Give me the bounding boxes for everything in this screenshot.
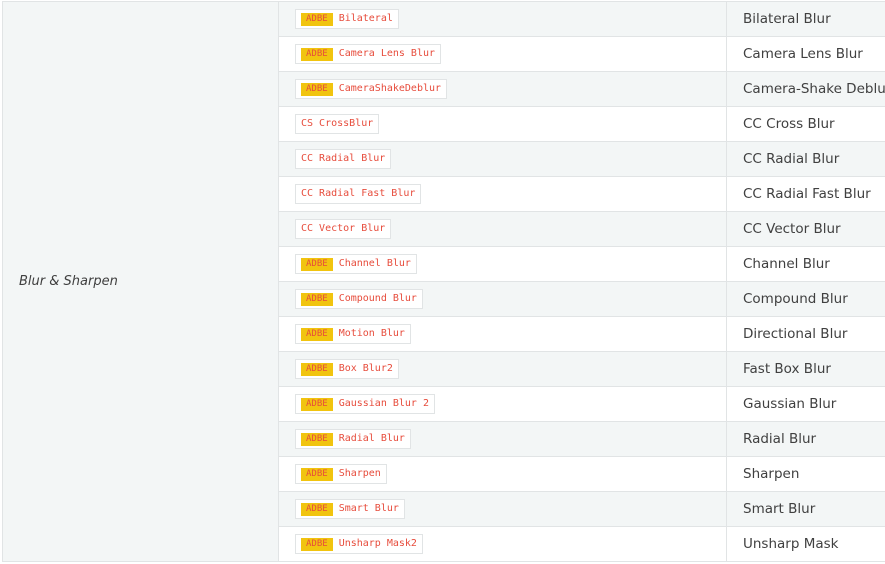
match-name-code: CC Radial Blur	[295, 149, 392, 170]
match-name-text: CS CrossBlur	[301, 118, 374, 130]
match-name-cell: ADBE Channel Blur	[278, 246, 727, 282]
match-name-code: ADBE Sharpen	[295, 464, 387, 485]
match-name-text: Camera Lens Blur	[338, 48, 436, 60]
match-name-text: Bilateral	[338, 13, 393, 25]
category-cell: Blur & Sharpen	[2, 1, 279, 562]
effect-display-name: Directional Blur	[726, 316, 885, 352]
adbe-badge: ADBE	[301, 468, 333, 482]
match-name-cell: ADBE CameraShakeDeblur	[278, 71, 727, 107]
match-name-text: CC Vector Blur	[301, 223, 386, 235]
match-name-code: ADBE Camera Lens Blur	[295, 44, 442, 65]
effect-display-name: Radial Blur	[726, 421, 885, 457]
match-name-code: ADBE Motion Blur	[295, 324, 411, 345]
table-row: Blur & Sharpen ADBE Bilateral Bilateral Blu…	[2, 1, 885, 562]
match-name-cell: ADBE Box Blur2	[278, 351, 727, 387]
match-name-text: Unsharp Mask2	[338, 538, 417, 550]
adbe-badge: ADBE	[301, 398, 333, 412]
match-name-text: CameraShakeDeblur	[338, 83, 442, 95]
effect-display-name: Smart Blur	[726, 491, 885, 527]
match-name-code: ADBE Unsharp Mask2	[295, 534, 423, 555]
match-name-text: Channel Blur	[338, 258, 411, 270]
match-name-cell: CC Radial Blur	[278, 141, 727, 177]
adbe-badge: ADBE	[301, 258, 333, 272]
effect-display-name: CC Cross Blur	[726, 106, 885, 142]
match-name-cell: CS CrossBlur	[278, 106, 727, 142]
effects-table-container: Blur & Sharpen ADBE Bilateral Bilateral Blu…	[2, 1, 885, 562]
adbe-badge: ADBE	[301, 293, 333, 307]
match-name-text: Motion Blur	[338, 328, 405, 340]
match-name-text: Sharpen	[338, 468, 381, 480]
match-name-cell: ADBE Smart Blur	[278, 491, 727, 527]
match-name-code: CS CrossBlur	[295, 114, 380, 135]
effect-display-name: Bilateral Blur	[726, 1, 885, 37]
match-name-cell: ADBE Camera Lens Blur	[278, 36, 727, 72]
match-name-text: Radial Blur	[338, 433, 405, 445]
match-name-code: ADBE Radial Blur	[295, 429, 411, 450]
adbe-badge: ADBE	[301, 48, 333, 62]
match-name-text: Box Blur2	[338, 363, 393, 375]
adbe-badge: ADBE	[301, 363, 333, 377]
effect-display-name: Sharpen	[726, 456, 885, 492]
match-name-code: CC Radial Fast Blur	[295, 184, 422, 205]
match-name-cell: ADBE Unsharp Mask2	[278, 526, 727, 562]
adbe-badge: ADBE	[301, 13, 333, 27]
effect-display-name: Unsharp Mask	[726, 526, 885, 562]
effect-display-name: CC Radial Blur	[726, 141, 885, 177]
effect-display-name: Camera Lens Blur	[726, 36, 885, 72]
match-name-cell: CC Radial Fast Blur	[278, 176, 727, 212]
match-name-code: ADBE Smart Blur	[295, 499, 405, 520]
match-name-cell: ADBE Motion Blur	[278, 316, 727, 352]
adbe-badge: ADBE	[301, 433, 333, 447]
effect-display-name: CC Vector Blur	[726, 211, 885, 247]
match-name-code: ADBE Bilateral	[295, 9, 399, 30]
adbe-badge: ADBE	[301, 328, 333, 342]
match-name-cell: ADBE Radial Blur	[278, 421, 727, 457]
match-name-text: Smart Blur	[338, 503, 399, 515]
match-name-code: ADBE Channel Blur	[295, 254, 417, 275]
match-name-cell: ADBE Gaussian Blur 2	[278, 386, 727, 422]
adbe-badge: ADBE	[301, 503, 333, 517]
match-name-code: ADBE Box Blur2	[295, 359, 399, 380]
match-name-text: CC Radial Blur	[301, 153, 386, 165]
effect-display-name: Camera-Shake Deblur	[726, 71, 885, 107]
match-name-text: Compound Blur	[338, 293, 417, 305]
match-name-cell: ADBE Bilateral	[278, 1, 727, 37]
effects-table: Blur & Sharpen ADBE Bilateral Bilateral Blu…	[2, 1, 885, 562]
match-name-code: ADBE Gaussian Blur 2	[295, 394, 435, 415]
match-name-code: ADBE CameraShakeDeblur	[295, 79, 448, 100]
match-name-text: CC Radial Fast Blur	[301, 188, 416, 200]
effect-display-name: Channel Blur	[726, 246, 885, 282]
effect-display-name: Gaussian Blur	[726, 386, 885, 422]
match-name-code: CC Vector Blur	[295, 219, 392, 240]
match-name-cell: ADBE Sharpen	[278, 456, 727, 492]
effect-display-name: Compound Blur	[726, 281, 885, 317]
match-name-text: Gaussian Blur 2	[338, 398, 429, 410]
match-name-code: ADBE Compound Blur	[295, 289, 423, 310]
adbe-badge: ADBE	[301, 83, 333, 97]
effect-display-name: Fast Box Blur	[726, 351, 885, 387]
match-name-cell: CC Vector Blur	[278, 211, 727, 247]
adbe-badge: ADBE	[301, 538, 333, 552]
effects-table-body: Blur & Sharpen ADBE Bilateral Bilateral Blu…	[2, 1, 885, 562]
effect-display-name: CC Radial Fast Blur	[726, 176, 885, 212]
match-name-cell: ADBE Compound Blur	[278, 281, 727, 317]
